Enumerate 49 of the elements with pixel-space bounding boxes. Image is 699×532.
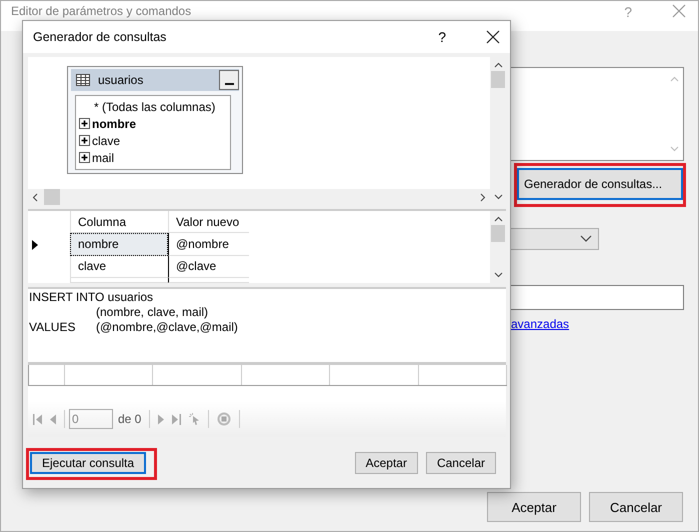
advanced-link[interactable]: avanzadas bbox=[511, 317, 570, 331]
minimize-button[interactable] bbox=[219, 70, 239, 90]
sql-line: INSERT INTO usuarios bbox=[29, 290, 154, 305]
scroll-down-icon[interactable] bbox=[494, 194, 502, 200]
scroll-down-icon[interactable] bbox=[494, 272, 502, 278]
first-record-icon[interactable] bbox=[33, 414, 42, 424]
scroll-right-icon[interactable] bbox=[480, 192, 486, 202]
column-item[interactable]: clave bbox=[92, 134, 120, 148]
dialog-title: Generador de consultas bbox=[33, 30, 168, 44]
table-card[interactable]: usuarios * (Todas las columnas) nombre clave mail bbox=[67, 66, 243, 174]
query-builder-button[interactable]: Generador de consultas... bbox=[517, 168, 683, 200]
column-item[interactable]: nombre bbox=[92, 116, 136, 130]
column-item[interactable]: * (Todas las columnas) bbox=[94, 100, 216, 114]
accept-button[interactable]: Aceptar bbox=[354, 452, 418, 474]
new-record-icon[interactable] bbox=[189, 413, 200, 425]
minus-icon bbox=[224, 82, 234, 85]
column-item[interactable]: mail bbox=[92, 150, 114, 164]
scroll-up-icon[interactable] bbox=[494, 216, 502, 222]
table-icon bbox=[76, 74, 90, 86]
scroll-thumb[interactable] bbox=[491, 225, 505, 242]
previous-record-icon[interactable] bbox=[50, 414, 56, 424]
sql-line: VALUES (@nombre,@clave,@mail) bbox=[29, 320, 239, 335]
grid-cell[interactable]: @nombre bbox=[168, 233, 249, 256]
accept-button[interactable]: Aceptar bbox=[487, 492, 581, 522]
expand-icon[interactable] bbox=[79, 118, 90, 129]
row-pointer-icon bbox=[32, 240, 38, 250]
help-button[interactable]: ? bbox=[438, 29, 446, 45]
scroll-left-icon[interactable] bbox=[32, 192, 38, 202]
grid-cell[interactable]: clave bbox=[70, 256, 168, 278]
table-name: usuarios bbox=[98, 73, 144, 87]
record-count: de 0 bbox=[118, 412, 142, 426]
grid-cell[interactable]: @clave bbox=[168, 256, 249, 278]
last-record-icon[interactable] bbox=[172, 414, 182, 424]
execute-query-button[interactable]: Ejecutar consulta bbox=[30, 452, 146, 474]
scroll-thumb[interactable] bbox=[491, 71, 505, 88]
cancel-button[interactable]: Cancelar bbox=[426, 452, 496, 474]
expand-icon[interactable] bbox=[79, 152, 90, 163]
chevron-down-icon bbox=[580, 235, 592, 243]
expand-icon[interactable] bbox=[79, 135, 90, 146]
window-title: Editor de parámetros y comandos bbox=[11, 4, 192, 18]
grid-cell[interactable]: nombre bbox=[70, 233, 168, 256]
next-record-icon[interactable] bbox=[158, 414, 164, 424]
close-icon[interactable] bbox=[486, 30, 500, 44]
stop-icon[interactable] bbox=[217, 412, 232, 426]
scroll-thumb[interactable] bbox=[44, 189, 60, 205]
scroll-up-icon[interactable] bbox=[494, 62, 502, 68]
cancel-button[interactable]: Cancelar bbox=[589, 492, 683, 522]
sql-line: (nombre, clave, mail) bbox=[95, 305, 210, 320]
column-header[interactable]: Valor nuevo bbox=[168, 211, 249, 234]
